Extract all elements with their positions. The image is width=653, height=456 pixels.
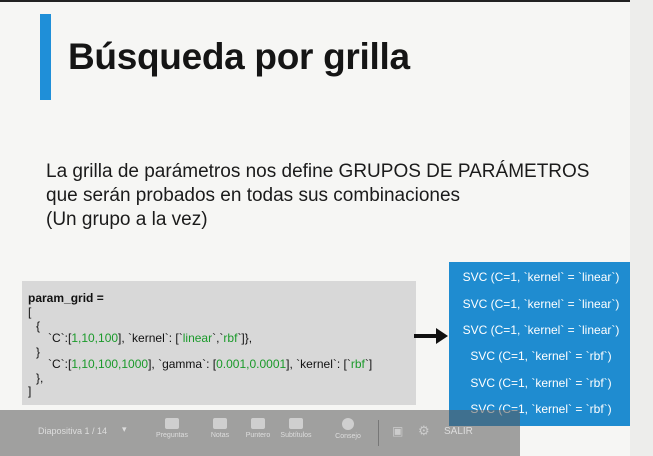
toolbar-button-label: Consejo <box>335 433 361 440</box>
questions-button[interactable]: Preguntas <box>150 416 194 452</box>
gear-icon[interactable]: ⚙ <box>418 423 430 439</box>
description-line: (Un grupo a la vez) <box>46 209 208 230</box>
slide-description: La grilla de parámetros nos define GRUPO… <box>46 160 589 232</box>
code-token: `]}, <box>237 331 253 345</box>
code-token: linear <box>182 331 213 345</box>
toolbar-button-label: Subtítulos <box>280 432 312 439</box>
fullscreen-icon[interactable]: ▣ <box>392 424 403 438</box>
svc-combinations-panel: SVC (C=1, `kernel` = `linear`) SVC (C=1,… <box>449 262 633 426</box>
code-token: ], `kernel`: [` <box>118 331 183 345</box>
code-line: } <box>36 345 41 359</box>
slide-counter[interactable]: Diapositiva 1 / 14 <box>38 426 107 436</box>
code-line: `C`:[1,10,100], `kernel`: [`linear`,`rbf… <box>48 331 252 345</box>
arrow-right-icon <box>414 328 448 344</box>
info-icon <box>342 418 354 430</box>
slide-edge <box>630 0 653 456</box>
code-line: param_grid = <box>28 291 104 305</box>
code-token: `,` <box>212 331 224 345</box>
top-border <box>0 0 653 2</box>
code-token: 0.001,0.0001 <box>216 357 287 371</box>
svc-item: SVC (C=1, `kernel` = `linear`) <box>462 297 620 311</box>
pointer-icon <box>251 418 265 429</box>
title-accent-bar <box>40 14 51 100</box>
code-token: 1,10,100,1000 <box>71 357 149 371</box>
code-token: rbf <box>350 357 365 371</box>
code-token: ], `gamma`: [ <box>148 357 217 371</box>
notes-icon <box>213 418 227 429</box>
chevron-down-icon[interactable]: ▾ <box>122 424 127 435</box>
subtitles-button[interactable]: Subtítulos <box>274 416 318 452</box>
code-token: ], `kernel`: [` <box>286 357 351 371</box>
questions-icon <box>165 418 179 429</box>
description-line: La grilla de parámetros nos define GRUPO… <box>46 161 590 182</box>
code-token: `C`:[ <box>48 331 72 345</box>
code-line: }, <box>36 371 44 385</box>
code-line: `C`:[1,10,100,1000], `gamma`: [0.001,0.0… <box>48 357 372 371</box>
code-token: `] <box>364 357 373 371</box>
code-line: { <box>36 319 41 333</box>
svc-item: SVC (C=1, `kernel` = `linear`) <box>462 323 620 337</box>
slide-title: Búsqueda por grilla <box>68 36 410 77</box>
code-line: [ <box>28 305 32 319</box>
code-line: ] <box>28 384 32 398</box>
description-line: que serán probados en todas sus combinac… <box>46 185 461 206</box>
toolbar-button-label: Preguntas <box>156 432 188 439</box>
code-block: param_grid = [ { `C`:[1,10,100], `kernel… <box>22 281 416 405</box>
toolbar-divider <box>378 420 379 446</box>
svc-item: SVC (C=1, `kernel` = `linear`) <box>462 270 620 284</box>
subtitles-icon <box>289 418 303 429</box>
slide: Búsqueda por grilla La grilla de parámet… <box>0 0 653 456</box>
tips-button[interactable]: Consejo <box>326 416 370 452</box>
exit-button[interactable]: SALIR <box>444 426 473 437</box>
presentation-toolbar: Diapositiva 1 / 14 ▾ Preguntas Notas Pun… <box>0 410 520 456</box>
svc-item: SVC (C=1, `kernel` = `rbf`) <box>470 349 612 363</box>
svc-item: SVC (C=1, `kernel` = `rbf`) <box>470 376 612 390</box>
code-token: rbf <box>223 331 238 345</box>
code-token: `C`:[ <box>48 357 72 371</box>
code-token: 1,10,100 <box>71 331 119 345</box>
